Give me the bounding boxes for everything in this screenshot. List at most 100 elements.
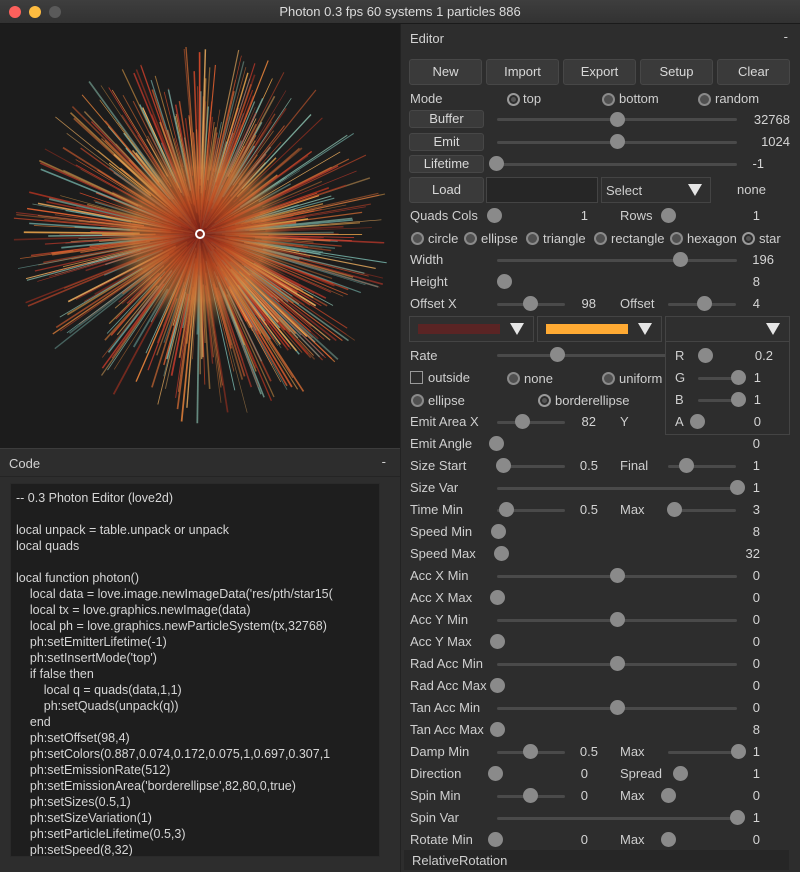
shape-ellipse-label: ellipse <box>481 231 518 246</box>
load-button[interactable]: Load <box>409 177 484 203</box>
area-borderellipse-radio[interactable] <box>538 394 551 407</box>
texture-select[interactable]: Select <box>601 177 711 203</box>
size-start-knob[interactable] <box>496 458 511 473</box>
shape-ellipse-radio[interactable] <box>464 232 477 245</box>
color-picker-popup[interactable]: R 0.2 G 1 B 1 A 0 <box>665 341 790 435</box>
spin-var-knob[interactable] <box>730 810 745 825</box>
lifetime-slider-knob[interactable] <box>489 156 504 171</box>
height-slider-knob[interactable] <box>497 274 512 289</box>
offset-y-knob[interactable] <box>697 296 712 311</box>
size-start-final-knob[interactable] <box>679 458 694 473</box>
emit-area-x-track[interactable] <box>497 421 565 424</box>
picker-r-knob[interactable] <box>698 348 713 363</box>
chevron-down-icon <box>510 323 524 335</box>
area-none-radio[interactable] <box>507 372 520 385</box>
mode-top-label: top <box>523 91 542 106</box>
code-panel-collapse-button[interactable]: - <box>382 454 386 469</box>
code-line: ph:setSizeVariation(1) <box>16 811 152 825</box>
speed-min-knob[interactable] <box>491 524 506 539</box>
picker-a-knob[interactable] <box>690 414 705 429</box>
editor-panel-collapse-button[interactable]: - <box>784 29 788 44</box>
direction-spread-label: Spread <box>620 766 662 781</box>
lifetime-slider-track[interactable] <box>497 163 737 166</box>
code-panel: Code - -- 0.3 Photon Editor (love2d) loca… <box>0 448 400 872</box>
buffer-slider-knob[interactable] <box>610 112 625 127</box>
offset-x-knob[interactable] <box>523 296 538 311</box>
spin-min-value: 0 <box>580 788 588 803</box>
acc-x-max-knob[interactable] <box>490 590 505 605</box>
spin-min-max-knob[interactable] <box>661 788 676 803</box>
spin-var-track[interactable] <box>497 817 737 820</box>
emit-slider-knob[interactable] <box>610 134 625 149</box>
rotate-min-max-knob[interactable] <box>661 832 676 847</box>
shape-triangle-radio[interactable] <box>526 232 539 245</box>
tan-acc-max-knob[interactable] <box>490 722 505 737</box>
mode-top-radio[interactable] <box>507 93 520 106</box>
time-min-max-knob[interactable] <box>667 502 682 517</box>
size-var-track[interactable] <box>497 487 737 490</box>
quads-rows-knob[interactable] <box>661 208 676 223</box>
speed-min-value: 8 <box>752 524 760 539</box>
direction-spread-knob[interactable] <box>673 766 688 781</box>
lifetime-button[interactable]: Lifetime <box>409 155 484 173</box>
size-var-knob[interactable] <box>730 480 745 495</box>
color-3-select[interactable] <box>665 316 790 342</box>
mode-bottom-radio[interactable] <box>602 93 615 106</box>
acc-x-min-knob[interactable] <box>610 568 625 583</box>
rad-acc-max-knob[interactable] <box>490 678 505 693</box>
relative-rotation-label: RelativeRotation <box>412 853 508 868</box>
export-button[interactable]: Export <box>563 59 636 85</box>
rate-slider-knob[interactable] <box>550 347 565 362</box>
acc-y-max-knob[interactable] <box>490 634 505 649</box>
outside-label: outside <box>428 370 470 385</box>
spin-min-knob[interactable] <box>523 788 538 803</box>
damp-min-knob[interactable] <box>523 744 538 759</box>
new-button[interactable]: New <box>409 59 482 85</box>
width-value: 196 <box>752 252 774 267</box>
code-panel-header[interactable]: Code - <box>0 449 400 477</box>
emit-button[interactable]: Emit <box>409 133 484 151</box>
width-slider-track[interactable] <box>497 259 737 262</box>
area-ellipse-radio[interactable] <box>411 394 424 407</box>
acc-y-min-knob[interactable] <box>610 612 625 627</box>
speed-min-label: Speed Min <box>410 524 473 539</box>
color-1-select[interactable] <box>409 316 534 342</box>
setup-button[interactable]: Setup <box>640 59 713 85</box>
speed-max-knob[interactable] <box>494 546 509 561</box>
tan-acc-min-knob[interactable] <box>610 700 625 715</box>
width-slider-knob[interactable] <box>673 252 688 267</box>
shape-hexagon-radio[interactable] <box>670 232 683 245</box>
mode-random-radio[interactable] <box>698 93 711 106</box>
time-min-knob[interactable] <box>499 502 514 517</box>
window-title: Photon 0.3 fps 60 systems 1 particles 88… <box>279 4 521 19</box>
mode-random-label: random <box>715 91 760 106</box>
code-textarea[interactable]: -- 0.3 Photon Editor (love2d) local unpac… <box>10 483 380 857</box>
damp-min-max-label: Max <box>620 744 645 759</box>
quads-cols-knob[interactable] <box>487 208 502 223</box>
clear-button[interactable]: Clear <box>717 59 790 85</box>
emit-area-x-knob[interactable] <box>515 414 530 429</box>
emit-angle-knob[interactable] <box>489 436 504 451</box>
editor-panel-header[interactable]: Editor - <box>401 24 800 52</box>
buffer-button[interactable]: Buffer <box>409 110 484 128</box>
rad-acc-max-value: 0 <box>752 678 760 693</box>
load-path-field[interactable] <box>486 177 598 203</box>
direction-knob[interactable] <box>488 766 503 781</box>
import-button[interactable]: Import <box>486 59 559 85</box>
shape-circle-radio[interactable] <box>411 232 424 245</box>
picker-g-knob[interactable] <box>731 370 746 385</box>
shape-rectangle-radio[interactable] <box>594 232 607 245</box>
texture-name: none <box>737 182 766 197</box>
damp-min-max-track[interactable] <box>668 751 736 754</box>
size-start-value: 0.5 <box>579 458 598 473</box>
particle-preview-canvas[interactable] <box>0 24 400 448</box>
area-uniform-radio[interactable] <box>602 372 615 385</box>
rad-acc-min-knob[interactable] <box>610 656 625 671</box>
color-2-select[interactable] <box>537 316 662 342</box>
rotate-min-knob[interactable] <box>488 832 503 847</box>
picker-b-knob[interactable] <box>731 392 746 407</box>
relative-rotation-toggle[interactable]: RelativeRotation <box>404 850 789 870</box>
outside-checkbox[interactable] <box>410 371 423 384</box>
code-line: ph:setEmitterLifetime(-1) <box>16 635 167 649</box>
shape-star-radio[interactable] <box>742 232 755 245</box>
